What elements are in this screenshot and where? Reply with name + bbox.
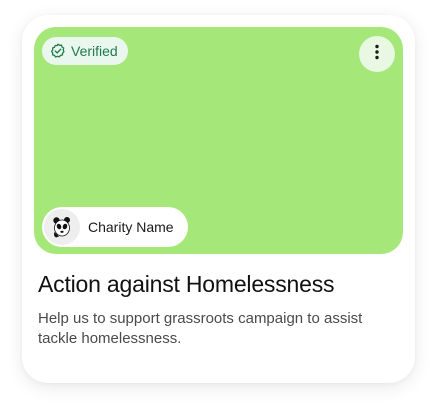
- charity-avatar: [44, 209, 80, 245]
- campaign-description: Help us to support grassroots campaign t…: [38, 310, 363, 347]
- verified-label: Verified: [71, 43, 118, 59]
- campaign-title: Action against Homelessness: [38, 271, 335, 297]
- check-badge-icon: [50, 43, 66, 59]
- campaign-image-area: Verified Charity Name: [34, 27, 403, 254]
- verified-badge: Verified: [42, 37, 128, 65]
- more-options-button[interactable]: [359, 36, 395, 72]
- charity-chip[interactable]: Charity Name: [42, 207, 188, 247]
- charity-name: Charity Name: [88, 219, 174, 235]
- more-vertical-icon: [375, 44, 379, 65]
- campaign-card[interactable]: Verified Charity Name Action against Hom…: [22, 15, 415, 383]
- panda-icon: [53, 217, 70, 238]
